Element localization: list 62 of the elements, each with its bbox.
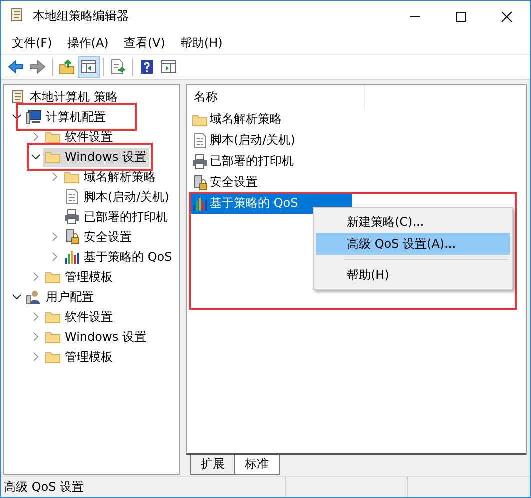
tree-item[interactable]: 用户配置 <box>24 288 97 306</box>
document-icon <box>192 132 208 148</box>
tree-item[interactable]: Windows 设置 <box>43 328 150 346</box>
server-lock-icon <box>64 229 80 245</box>
close-icon <box>501 10 513 22</box>
menu-item[interactable]: 查看(V) <box>116 32 174 54</box>
maximize-icon <box>455 10 467 22</box>
list-item[interactable]: 脚本(启动/关机) <box>190 130 298 151</box>
document-icon <box>64 189 80 205</box>
menu-item[interactable]: 新建策略(C)... <box>316 211 510 233</box>
pane-toggle-icon <box>81 59 97 75</box>
list-item[interactable]: 安全设置 <box>190 172 260 193</box>
collapsed-chevron-icon[interactable] <box>50 172 60 182</box>
tree-item[interactable]: 软件设置 <box>43 308 116 326</box>
menu-item[interactable]: 高级 QoS 设置(A)... <box>316 233 510 255</box>
status-text: 高级 QoS 设置 <box>3 478 86 496</box>
scroll-icon <box>10 89 26 105</box>
tree-item[interactable]: 已部署的打印机 <box>62 208 171 226</box>
tree-item[interactable]: 脚本(启动/关机) <box>62 188 172 206</box>
collapsed-chevron-icon[interactable] <box>50 232 60 242</box>
menu-item[interactable]: 文件(F) <box>5 32 60 54</box>
server-lock-icon <box>192 174 208 190</box>
folder-up-icon <box>59 59 75 75</box>
menu-item[interactable]: 帮助(H) <box>173 32 231 54</box>
back-arrow-icon <box>8 59 24 75</box>
bar-chart-icon <box>192 196 208 212</box>
collapsed-chevron-icon[interactable] <box>31 352 41 362</box>
collapsed-chevron-icon[interactable] <box>31 132 41 142</box>
tab[interactable]: 扩展 <box>190 455 236 475</box>
list-item[interactable]: 域名解析策略 <box>190 109 284 130</box>
tree-item[interactable]: Windows 设置 <box>43 148 150 166</box>
tab[interactable]: 标准 <box>234 455 280 475</box>
scroll-icon <box>9 7 25 23</box>
pane-toggle-icon <box>161 59 177 75</box>
tree-item[interactable]: 管理模板 <box>43 268 116 286</box>
tree-item[interactable]: 计算机配置 <box>24 108 109 126</box>
collapsed-chevron-icon[interactable] <box>31 312 41 322</box>
export-list-icon <box>110 59 126 75</box>
printer-icon <box>192 154 208 170</box>
bar-chart-icon <box>64 249 80 265</box>
collapsed-chevron-icon[interactable] <box>50 252 60 262</box>
tree-item[interactable]: 软件设置 <box>43 128 116 146</box>
printer-icon <box>64 209 80 225</box>
expanded-chevron-icon[interactable] <box>31 152 41 162</box>
user-icon <box>26 289 42 305</box>
computer-icon <box>26 109 42 125</box>
forward-arrow-icon <box>30 59 46 75</box>
menu-item[interactable]: 帮助(H) <box>316 264 510 286</box>
tree-item[interactable]: 域名解析策略 <box>62 168 159 186</box>
pane-toggle-button[interactable] <box>78 56 100 78</box>
tree-item[interactable]: 本地计算机 策略 <box>8 88 121 106</box>
window-title: 本地组策略编辑器 <box>33 8 129 25</box>
list-item[interactable]: 已部署的打印机 <box>190 151 296 172</box>
tree-item[interactable]: 基于策略的 QoS <box>62 248 176 266</box>
collapsed-chevron-icon[interactable] <box>31 332 41 342</box>
menu-item[interactable]: 操作(A) <box>60 32 117 54</box>
collapsed-chevron-icon[interactable] <box>31 272 41 282</box>
help-icon <box>139 59 155 75</box>
expanded-chevron-icon[interactable] <box>12 292 22 302</box>
tree-item[interactable]: 管理模板 <box>43 348 116 366</box>
column-header[interactable]: 名称 <box>187 85 365 109</box>
tree-item[interactable]: 安全设置 <box>62 228 135 246</box>
